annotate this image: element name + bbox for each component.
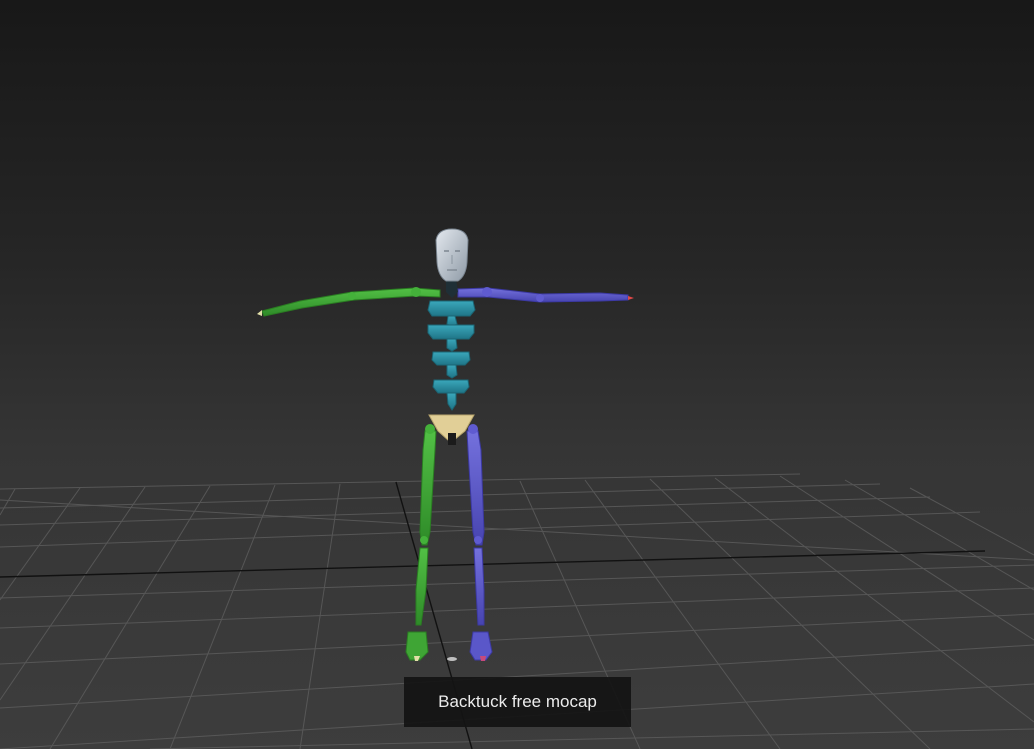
left-leg[interactable] <box>405 424 437 661</box>
viewport-scene <box>0 228 1034 749</box>
spine[interactable] <box>427 300 476 411</box>
3d-viewport[interactable]: Backtuck free mocap <box>0 0 1034 749</box>
neck[interactable] <box>446 279 458 298</box>
skeleton-rig[interactable] <box>257 228 634 661</box>
left-arm[interactable] <box>257 287 441 317</box>
ground-marker <box>447 657 457 661</box>
right-leg[interactable] <box>466 424 493 661</box>
head[interactable] <box>435 228 469 282</box>
right-arm[interactable] <box>457 287 634 303</box>
caption-label: Backtuck free mocap <box>404 677 631 727</box>
